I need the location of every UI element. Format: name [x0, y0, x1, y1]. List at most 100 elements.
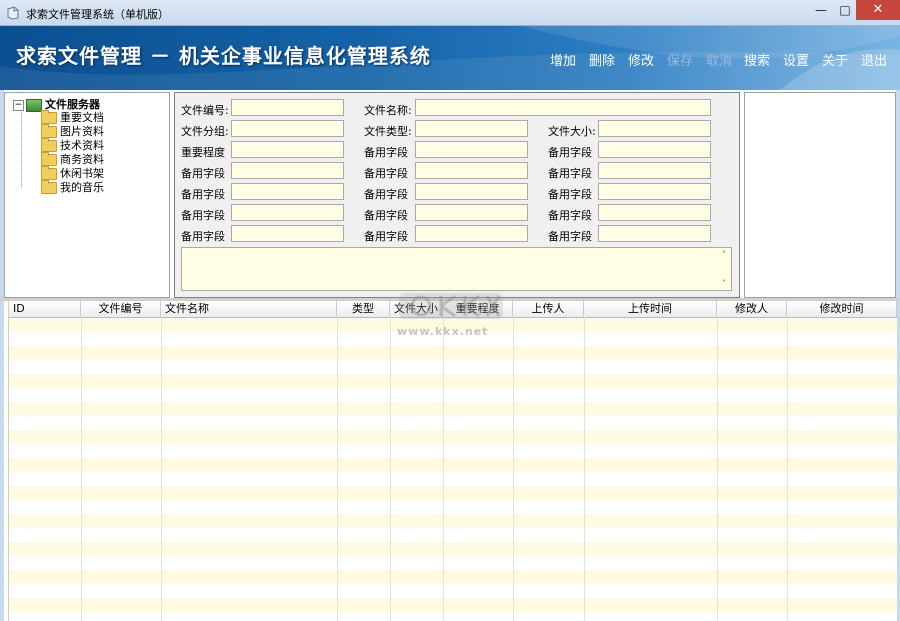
spare-field-label: 备用字段 — [364, 146, 408, 159]
file-name-label: 文件名称: — [364, 104, 412, 117]
spare-field-input[interactable] — [415, 183, 528, 200]
table-row[interactable] — [9, 416, 897, 430]
file-size-input[interactable] — [598, 120, 711, 137]
spare-field-input[interactable] — [598, 183, 711, 200]
minimize-button[interactable]: — — [808, 0, 834, 20]
file-group-label: 文件分组: — [181, 125, 229, 138]
tree-item-music[interactable]: 我的音乐 — [41, 179, 104, 195]
column-divider — [787, 317, 788, 621]
scroll-up-icon[interactable]: ˄ — [717, 250, 731, 259]
file-number-label: 文件编号: — [181, 104, 229, 117]
spare-field-input[interactable] — [231, 183, 344, 200]
delete-button[interactable]: 删除 — [589, 50, 615, 69]
column-header-id[interactable]: ID — [9, 301, 81, 317]
notes-scrollbar[interactable]: ˄ ˅ — [717, 248, 731, 290]
exit-button[interactable]: 退出 — [861, 50, 887, 69]
spare-field-input[interactable] — [598, 204, 711, 221]
spare-field-label: 备用字段 — [364, 167, 408, 180]
table-row[interactable] — [9, 318, 897, 332]
scroll-down-icon[interactable]: ˅ — [717, 279, 731, 288]
spare-field-input[interactable] — [231, 204, 344, 221]
table-row[interactable] — [9, 486, 897, 500]
table-row[interactable] — [9, 388, 897, 402]
folder-icon — [41, 180, 57, 194]
table-row[interactable] — [9, 402, 897, 416]
spare-field-input[interactable] — [415, 225, 528, 242]
app-icon — [7, 6, 19, 20]
file-type-label: 文件类型: — [364, 125, 412, 138]
column-header-modify-time[interactable]: 修改时间 — [787, 301, 897, 317]
cancel-button[interactable]: 取消 — [706, 50, 732, 69]
spare-field-input[interactable] — [231, 225, 344, 242]
spare-field-label: 备用字段 — [548, 146, 592, 159]
spare-field-label: 备用字段 — [364, 188, 408, 201]
search-button[interactable]: 搜索 — [744, 50, 770, 69]
folder-tree: − 文件服务器 重要文档 图片资料 技术资料 商务资料 休闲书架 我的音乐 — [4, 92, 170, 298]
settings-button[interactable]: 设置 — [783, 50, 809, 69]
column-divider — [443, 317, 444, 621]
maximize-button[interactable]: □ — [834, 0, 856, 20]
importance-label: 重要程度 — [181, 146, 225, 159]
table-header: ID 文件编号 文件名称 类型 文件大小 重要程度 上传人 上传时间 修改人 修… — [9, 301, 897, 318]
file-table: ID 文件编号 文件名称 类型 文件大小 重要程度 上传人 上传时间 修改人 修… — [8, 301, 897, 621]
table-row[interactable] — [9, 514, 897, 528]
column-header-type[interactable]: 类型 — [337, 301, 390, 317]
edit-button[interactable]: 修改 — [628, 50, 654, 69]
spare-field-input[interactable] — [231, 162, 344, 179]
column-header-modifier[interactable]: 修改人 — [717, 301, 787, 317]
file-number-input[interactable] — [231, 99, 344, 116]
column-header-file-name[interactable]: 文件名称 — [161, 301, 337, 317]
file-type-input[interactable] — [415, 120, 528, 137]
spare-field-label: 备用字段 — [548, 167, 592, 180]
table-row[interactable] — [9, 346, 897, 360]
collapse-icon[interactable]: − — [13, 99, 24, 111]
table-row[interactable] — [9, 528, 897, 542]
table-row[interactable] — [9, 332, 897, 346]
column-header-file-size[interactable]: 文件大小 — [390, 301, 443, 317]
table-row[interactable] — [9, 374, 897, 388]
column-header-importance[interactable]: 重要程度 — [443, 301, 513, 317]
table-row[interactable] — [9, 542, 897, 556]
column-divider — [584, 317, 585, 621]
column-divider — [161, 317, 162, 621]
column-header-uploader[interactable]: 上传人 — [513, 301, 584, 317]
spare-field-input[interactable] — [415, 162, 528, 179]
spare-field-input[interactable] — [415, 141, 528, 158]
table-row[interactable] — [9, 458, 897, 472]
table-row[interactable] — [9, 584, 897, 598]
table-row[interactable] — [9, 570, 897, 584]
server-icon — [26, 98, 42, 112]
column-divider — [390, 317, 391, 621]
header-banner: 求索文件管理 － 机关企事业信息化管理系统 增加 删除 修改 保存 取消 搜索 … — [0, 26, 900, 90]
save-button[interactable]: 保存 — [667, 50, 693, 69]
window-title: 求索文件管理系统（单机版） — [26, 8, 169, 21]
spare-field-input[interactable] — [598, 225, 711, 242]
app-title: 求索文件管理 － 机关企事业信息化管理系统 — [16, 44, 431, 68]
table-row[interactable] — [9, 360, 897, 374]
table-row[interactable] — [9, 612, 897, 621]
column-divider — [513, 317, 514, 621]
spare-field-label: 备用字段 — [181, 209, 225, 222]
importance-input[interactable] — [231, 141, 344, 158]
table-row[interactable] — [9, 556, 897, 570]
table-row[interactable] — [9, 444, 897, 458]
add-button[interactable]: 增加 — [550, 50, 576, 69]
table-row[interactable] — [9, 430, 897, 444]
column-header-file-number[interactable]: 文件编号 — [81, 301, 161, 317]
table-row[interactable] — [9, 598, 897, 612]
file-name-input[interactable] — [415, 99, 711, 116]
spare-field-input[interactable] — [415, 204, 528, 221]
tree-connector-line — [21, 107, 23, 187]
spare-field-input[interactable] — [598, 141, 711, 158]
about-button[interactable]: 关于 — [822, 50, 848, 69]
table-row[interactable] — [9, 472, 897, 486]
column-header-upload-time[interactable]: 上传时间 — [584, 301, 717, 317]
close-button[interactable]: ✕ — [856, 0, 900, 20]
notes-textarea[interactable]: ˄ ˅ — [181, 247, 732, 291]
spare-field-input[interactable] — [598, 162, 711, 179]
spare-field-label: 备用字段 — [181, 167, 225, 180]
spare-field-label: 备用字段 — [548, 188, 592, 201]
spare-field-label: 备用字段 — [548, 230, 592, 243]
file-group-input[interactable] — [231, 120, 344, 137]
table-row[interactable] — [9, 500, 897, 514]
